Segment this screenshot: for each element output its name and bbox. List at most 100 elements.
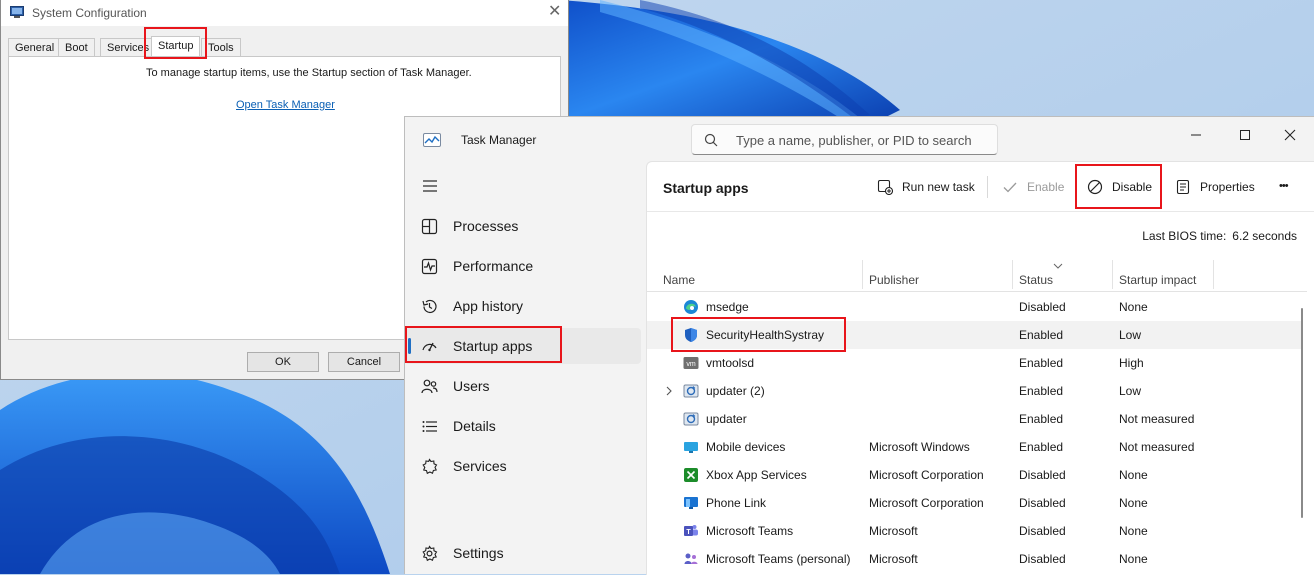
table-row[interactable]: Xbox App Services Microsoft Corporation … bbox=[647, 461, 1302, 489]
run-new-task-label: Run new task bbox=[902, 180, 975, 194]
sidebar-item-label: Settings bbox=[453, 545, 504, 561]
app-startup-impact: Low bbox=[1119, 384, 1142, 398]
sidebar-item-processes[interactable]: Processes bbox=[405, 208, 641, 244]
teams-icon: T bbox=[684, 525, 698, 536]
table-row[interactable]: Mobile devices Microsoft Windows Enabled… bbox=[647, 433, 1302, 461]
tab-startup[interactable]: Startup bbox=[151, 36, 201, 57]
close-button[interactable] bbox=[1267, 121, 1313, 149]
msconfig-app-icon bbox=[10, 6, 24, 18]
tab-general[interactable]: General bbox=[8, 38, 62, 56]
app-name: Microsoft Teams bbox=[706, 524, 794, 538]
startup-apps-pane: Startup apps Run new task Enable Disable bbox=[646, 161, 1314, 575]
table-row[interactable]: Microsoft Teams (personal) Microsoft Dis… bbox=[647, 545, 1302, 573]
sidebar-item-label: Performance bbox=[453, 258, 534, 274]
close-icon bbox=[1284, 129, 1296, 141]
disable-button[interactable]: Disable bbox=[1087, 176, 1157, 200]
toolbar-separator bbox=[987, 176, 988, 198]
app-status: Disabled bbox=[1019, 496, 1066, 510]
sidebar-item-label: Users bbox=[453, 378, 490, 394]
column-header-name[interactable]: Name bbox=[663, 273, 695, 287]
app-publisher: Microsoft Windows bbox=[869, 440, 970, 454]
maximize-button[interactable] bbox=[1222, 121, 1268, 149]
startup-info-text: To manage startup items, use the Startup… bbox=[146, 67, 472, 79]
checkmark-icon bbox=[1003, 182, 1017, 193]
processes-icon bbox=[421, 218, 438, 235]
msconfig-tabstrip: General Boot Services Startup Tools bbox=[8, 36, 559, 57]
app-name: updater (2) bbox=[706, 384, 765, 398]
cancel-button[interactable]: Cancel bbox=[328, 352, 400, 372]
app-status: Disabled bbox=[1019, 552, 1066, 566]
table-row[interactable]: T Microsoft Teams Microsoft Disabled Non… bbox=[647, 517, 1302, 545]
properties-button[interactable]: Properties bbox=[1175, 176, 1259, 200]
app-startup-impact: None bbox=[1119, 496, 1148, 510]
table-row[interactable]: Phone Link Microsoft Corporation Disable… bbox=[647, 489, 1302, 517]
app-status: Disabled bbox=[1019, 468, 1066, 482]
table-row[interactable]: updater (2) Enabled Low bbox=[647, 377, 1302, 405]
performance-icon bbox=[421, 258, 438, 275]
maximize-icon bbox=[1240, 130, 1250, 140]
app-startup-impact: Not measured bbox=[1119, 412, 1195, 426]
column-header-publisher[interactable]: Publisher bbox=[869, 273, 919, 287]
sidebar-item-startup-apps[interactable]: Startup apps bbox=[405, 328, 641, 364]
run-new-task-button[interactable]: Run new task bbox=[877, 176, 977, 200]
app-startup-impact: Not measured bbox=[1119, 440, 1195, 454]
ok-button[interactable]: OK bbox=[247, 352, 319, 372]
app-startup-impact: None bbox=[1119, 300, 1148, 314]
sidebar-item-app-history[interactable]: App history bbox=[405, 288, 641, 324]
vertical-scrollbar[interactable] bbox=[1301, 308, 1303, 518]
more-options-button[interactable]: ••• bbox=[1279, 180, 1303, 204]
hamburger-menu-button[interactable] bbox=[417, 173, 443, 199]
bios-value: 6.2 seconds bbox=[1232, 229, 1297, 243]
search-icon bbox=[704, 133, 718, 147]
open-task-manager-link[interactable]: Open Task Manager bbox=[236, 99, 335, 111]
column-divider bbox=[1213, 260, 1214, 289]
minimize-button[interactable] bbox=[1173, 121, 1219, 149]
close-icon[interactable]: ✕ bbox=[548, 3, 561, 21]
app-name: Microsoft Teams (personal) bbox=[706, 552, 851, 566]
tab-tools[interactable]: Tools bbox=[201, 38, 241, 56]
column-header-status[interactable]: Status bbox=[1019, 273, 1053, 287]
sidebar-item-users[interactable]: Users bbox=[405, 368, 641, 404]
app-startup-impact: Low bbox=[1119, 328, 1142, 342]
enable-button[interactable]: Enable bbox=[1002, 176, 1066, 200]
tab-services[interactable]: Services bbox=[100, 38, 157, 56]
sidebar-item-details[interactable]: Details bbox=[405, 408, 641, 444]
enable-label: Enable bbox=[1027, 180, 1065, 194]
column-divider bbox=[1012, 260, 1013, 289]
column-header-startup-impact[interactable]: Startup impact bbox=[1119, 273, 1196, 287]
selection-indicator bbox=[408, 338, 411, 354]
app-history-icon bbox=[422, 299, 437, 314]
task-manager-app-icon bbox=[423, 133, 441, 147]
chevron-right-icon[interactable] bbox=[665, 385, 673, 397]
app-startup-impact: None bbox=[1119, 552, 1148, 566]
run-new-task-icon bbox=[877, 179, 893, 195]
table-header-line bbox=[647, 291, 1307, 292]
tab-boot[interactable]: Boot bbox=[58, 38, 95, 56]
sidebar-item-services[interactable]: Services bbox=[405, 448, 641, 484]
sidebar-item-settings[interactable]: Settings bbox=[405, 535, 641, 571]
app-name: Xbox App Services bbox=[706, 468, 807, 482]
sidebar-item-label: Startup apps bbox=[453, 338, 533, 354]
app-name: Phone Link bbox=[706, 496, 767, 510]
startup-apps-icon bbox=[422, 342, 437, 352]
sidebar-item-label: Details bbox=[453, 418, 496, 434]
table-row[interactable]: msedge Disabled None bbox=[647, 293, 1302, 321]
sidebar-item-label: Processes bbox=[453, 218, 519, 234]
table-row[interactable]: updater Enabled Not measured bbox=[647, 405, 1302, 433]
app-status: Enabled bbox=[1019, 384, 1064, 398]
search-box[interactable] bbox=[691, 124, 998, 155]
sidebar-item-performance[interactable]: Performance bbox=[405, 248, 641, 284]
hamburger-icon bbox=[423, 180, 437, 192]
app-name: vmtoolsd bbox=[706, 356, 755, 370]
app-startup-impact: None bbox=[1119, 524, 1148, 538]
msconfig-titlebar: System Configuration ✕ bbox=[1, 0, 568, 26]
search-input[interactable] bbox=[736, 131, 986, 149]
msconfig-title: System Configuration bbox=[32, 6, 147, 20]
last-bios-time: Last BIOS time: 6.2 seconds bbox=[1142, 229, 1297, 243]
table-row[interactable]: SecurityHealthSystray Enabled Low bbox=[647, 321, 1302, 349]
column-divider bbox=[1112, 260, 1113, 289]
table-row[interactable]: vm vmtoolsd Enabled High bbox=[647, 349, 1302, 377]
app-status: Enabled bbox=[1019, 328, 1064, 342]
minimize-icon bbox=[1191, 134, 1201, 136]
xbox-icon bbox=[684, 468, 698, 482]
